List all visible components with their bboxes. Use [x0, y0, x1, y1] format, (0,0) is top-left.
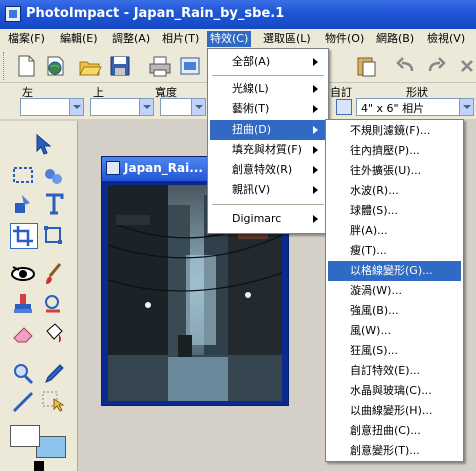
eraser-icon[interactable]: [10, 321, 38, 347]
submenu-arrow-icon: [313, 166, 322, 174]
chevron-down-icon[interactable]: [191, 99, 205, 115]
menu-item-wind[interactable]: 風(W)...: [328, 321, 461, 341]
submenu-arrow-icon: [313, 146, 322, 154]
save-icon[interactable]: [108, 54, 132, 78]
pick-tool-icon[interactable]: [28, 131, 56, 157]
menu-item-creative[interactable]: 創意特效(R): [210, 160, 328, 180]
menu-effects[interactable]: 特效(C): [207, 31, 252, 47]
menu-item-punch[interactable]: 往外擴張(U)...: [328, 161, 461, 181]
red-eye-icon[interactable]: [10, 261, 38, 287]
photo-size-select[interactable]: 4" x 6" 相片: [356, 98, 474, 116]
menu-item-gale[interactable]: 狂風(S)...: [328, 341, 461, 361]
custom-label: 自訂: [330, 86, 352, 99]
new-file-icon[interactable]: [14, 54, 38, 78]
menu-separator: [212, 75, 324, 76]
menu-item-digimarc[interactable]: Digimarc: [210, 209, 328, 229]
menu-view[interactable]: 檢視(V): [424, 31, 468, 47]
tool-panel: [0, 121, 78, 471]
menu-bar: 檔案(F) 編輯(E) 調整(A) 相片(T) 特效(C) 選取區(L) 物件(…: [0, 29, 476, 49]
effects-menu: 全部(A) 光線(L) 藝術(T) 扭曲(D) 填充與材質(F) 創意特效(R)…: [207, 48, 329, 234]
menu-item-artistic[interactable]: 藝術(T): [210, 99, 328, 119]
size-options-panel: 自訂 形狀 4" x 6" 相片: [326, 83, 476, 119]
submenu-arrow-icon: [313, 58, 322, 66]
menu-item-creative-transform[interactable]: 創意變形(T)...: [328, 441, 461, 461]
submenu-arrow-icon: [313, 215, 322, 223]
zoom-icon[interactable]: [10, 361, 38, 387]
scan-icon[interactable]: [178, 54, 202, 78]
menu-web[interactable]: 網路(B): [373, 31, 417, 47]
submenu-arrow-icon: [313, 105, 322, 113]
menu-item-pinch[interactable]: 往內擠壓(P)...: [328, 141, 461, 161]
chevron-down-icon[interactable]: [139, 99, 153, 115]
menu-item-all[interactable]: 全部(A): [210, 52, 328, 72]
paintbrush-icon[interactable]: [40, 261, 68, 287]
document-icon[interactable]: [106, 161, 120, 175]
menu-item-strong-wind[interactable]: 強風(B)...: [328, 301, 461, 321]
menu-item-ripple[interactable]: 水波(R)...: [328, 181, 461, 201]
toolbar-grip[interactable]: [3, 52, 6, 80]
menu-item-fill-texture[interactable]: 填充與材質(F): [210, 140, 328, 160]
menu-separator: [212, 204, 324, 205]
menu-item-irregular-filter[interactable]: 不規則濾鏡(F)...: [328, 121, 461, 141]
menu-item-sphere[interactable]: 球體(S)...: [328, 201, 461, 221]
crop-tool-icon[interactable]: [10, 223, 38, 249]
photo-size-icon: [336, 99, 352, 115]
menu-selection[interactable]: 選取區(L): [260, 31, 314, 47]
open-web-icon[interactable]: [44, 54, 68, 78]
fill-icon[interactable]: [40, 321, 68, 347]
top-spinner[interactable]: [90, 98, 154, 116]
chevron-down-icon[interactable]: [459, 99, 473, 115]
path-drawing-icon[interactable]: [10, 191, 38, 217]
stitch-icon[interactable]: [40, 389, 68, 415]
line-tool-icon[interactable]: [10, 389, 38, 415]
photo-size-value: 4" x 6" 相片: [361, 102, 425, 115]
menu-item-warp-by-curve[interactable]: 以曲線變形(H)...: [328, 401, 461, 421]
distort-submenu: 不規則濾鏡(F)... 往內擠壓(P)... 往外擴張(U)... 水波(R).…: [325, 119, 464, 462]
open-folder-icon[interactable]: [78, 54, 102, 78]
resize-tool-icon[interactable]: [40, 223, 68, 249]
window-title: PhotoImpact - Japan_Rain_by_sbe.1: [26, 6, 285, 21]
document-title: Japan_Rai...: [124, 161, 203, 175]
menu-item-light[interactable]: 光線(L): [210, 79, 328, 99]
lasso-icon[interactable]: [40, 163, 68, 189]
chevron-down-icon[interactable]: [69, 99, 83, 115]
submenu-arrow-icon: [313, 126, 322, 134]
menu-item-thin[interactable]: 瘦(T)...: [328, 241, 461, 261]
left-spinner[interactable]: [20, 98, 84, 116]
foreground-color-swatch[interactable]: [10, 425, 40, 447]
redo-icon[interactable]: [424, 54, 448, 78]
title-bar: PhotoImpact - Japan_Rain_by_sbe.1: [0, 0, 476, 29]
print-icon[interactable]: [148, 54, 172, 78]
menu-photo[interactable]: 相片(T): [159, 31, 202, 47]
text-tool-icon[interactable]: [40, 191, 68, 217]
menu-item-crystal-glass[interactable]: 水晶與玻璃(C)...: [328, 381, 461, 401]
menu-file[interactable]: 檔案(F): [5, 31, 48, 47]
menu-adjust[interactable]: 調整(A): [109, 31, 153, 47]
menu-item-distort[interactable]: 扭曲(D): [210, 120, 328, 140]
undo-icon[interactable]: [394, 54, 418, 78]
menu-item-custom-effect[interactable]: 自訂特效(E)...: [328, 361, 461, 381]
background-color-swatch[interactable]: [36, 436, 66, 458]
menu-object[interactable]: 物件(O): [322, 31, 367, 47]
menu-item-fat[interactable]: 胖(A)...: [328, 221, 461, 241]
app-icon[interactable]: [5, 6, 21, 22]
menu-item-video[interactable]: 親訊(V): [210, 180, 328, 200]
menu-item-warp-by-grid[interactable]: 以格線變形(G)...: [328, 261, 461, 281]
paste-icon[interactable]: [354, 54, 378, 78]
swap-colors-icon[interactable]: [34, 461, 44, 471]
clone-stamp-icon[interactable]: [10, 291, 38, 317]
eyedropper-icon[interactable]: [40, 361, 68, 387]
close-x-icon[interactable]: [458, 54, 476, 78]
menu-item-creative-distort[interactable]: 創意扭曲(C)...: [328, 421, 461, 441]
submenu-arrow-icon: [313, 186, 322, 194]
width-spinner[interactable]: [160, 98, 206, 116]
standard-selection-icon[interactable]: [10, 163, 38, 189]
submenu-arrow-icon: [313, 85, 322, 93]
retouch-icon[interactable]: [40, 291, 68, 317]
menu-edit[interactable]: 編輯(E): [57, 31, 101, 47]
menu-item-whirlpool[interactable]: 漩渦(W)...: [328, 281, 461, 301]
